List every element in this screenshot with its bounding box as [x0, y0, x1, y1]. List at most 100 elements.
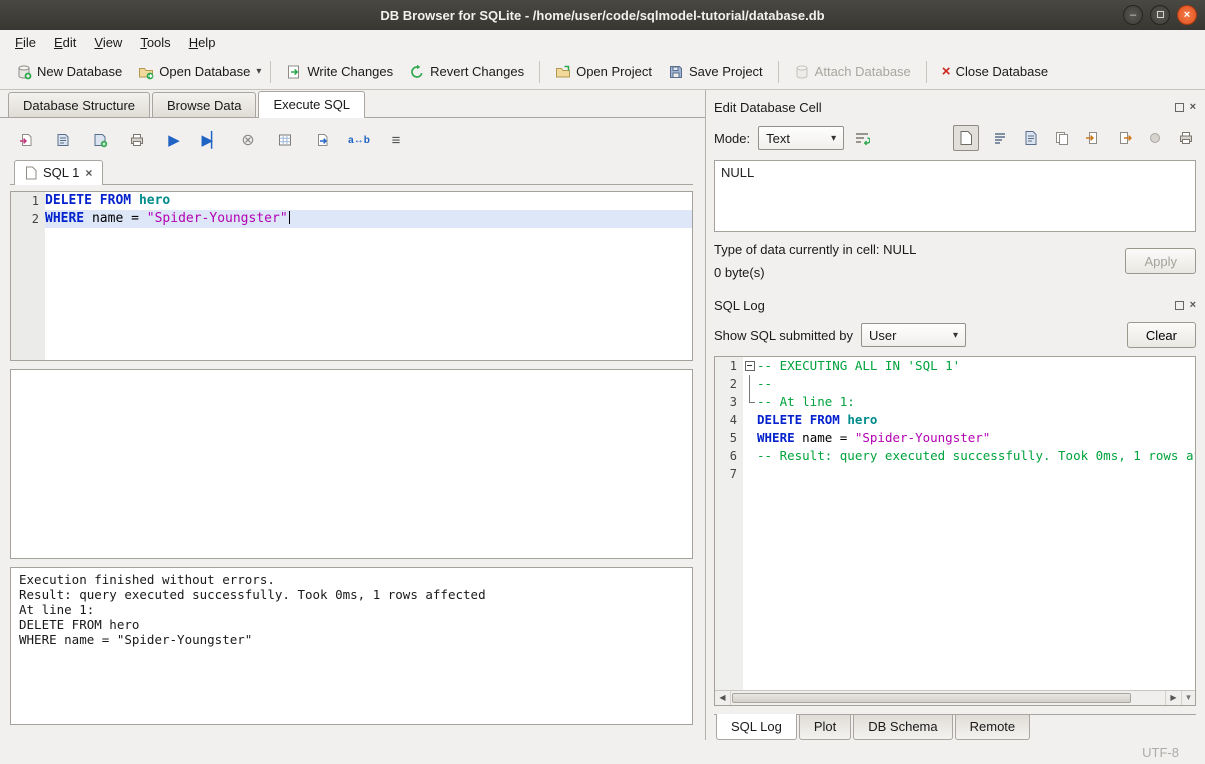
write-changes-icon: [286, 64, 302, 80]
revert-changes-button[interactable]: Revert Changes: [401, 59, 532, 85]
import-cell-data-button[interactable]: [1083, 128, 1103, 148]
scroll-down-icon[interactable]: ▼: [1181, 691, 1195, 705]
new-database-icon: [16, 64, 32, 80]
code-line: 2--: [715, 375, 1195, 393]
toolbar-separator: [926, 61, 927, 83]
set-null-button[interactable]: [1145, 128, 1165, 148]
close-tab-icon[interactable]: ×: [85, 166, 92, 180]
sql-document-tab-bar: SQL 1 ×: [10, 156, 693, 185]
sql-document-tab-label: SQL 1: [43, 165, 79, 180]
submitted-by-select[interactable]: User ▾: [861, 323, 966, 347]
close-database-icon: ×: [942, 65, 951, 79]
close-database-button[interactable]: × Close Database: [934, 59, 1056, 84]
export-cell-data-button[interactable]: [1114, 128, 1134, 148]
sql-document-tab[interactable]: SQL 1 ×: [14, 160, 103, 185]
print-sql-button[interactable]: [127, 130, 147, 150]
scrollbar-track[interactable]: [731, 691, 1165, 705]
dock-tab-sql-log[interactable]: SQL Log: [716, 714, 797, 740]
open-database-button[interactable]: Open Database: [130, 59, 258, 85]
menu-edit[interactable]: Edit: [45, 32, 85, 53]
menu-help[interactable]: Help: [180, 32, 225, 53]
clear-log-button[interactable]: Clear: [1127, 322, 1196, 348]
menu-file[interactable]: File: [6, 32, 45, 53]
mode-label: Mode:: [714, 131, 750, 146]
close-panel-icon[interactable]: ×: [1190, 300, 1196, 310]
close-button[interactable]: ×: [1177, 5, 1197, 25]
new-database-button[interactable]: New Database: [8, 59, 130, 85]
scroll-right-icon[interactable]: ▶: [1165, 691, 1181, 705]
menu-bar: File Edit View Tools Help: [0, 30, 1205, 54]
save-sql-file-as-button[interactable]: [90, 130, 110, 150]
float-panel-icon[interactable]: [1175, 103, 1184, 112]
sql-editor-lines: 1DELETE FROM hero2WHERE name = "Spider-Y…: [11, 192, 692, 228]
execute-sql-button[interactable]: ▶: [164, 130, 184, 150]
open-database-dropdown-icon[interactable]: ▾: [254, 62, 263, 81]
open-project-button[interactable]: Open Project: [547, 59, 660, 85]
cell-editor-icon-group: [953, 125, 1196, 151]
sql-editor[interactable]: 1DELETE FROM hero2WHERE name = "Spider-Y…: [10, 191, 693, 361]
right-pane: Edit Database Cell × Mode: Text ▾: [706, 90, 1205, 740]
tab-browse-data[interactable]: Browse Data: [152, 92, 256, 117]
cell-mode-select[interactable]: Text ▾: [758, 126, 844, 150]
scrollbar-thumb[interactable]: [732, 693, 1131, 703]
open-sql-file-button[interactable]: [16, 130, 36, 150]
export-results-csv-button[interactable]: [275, 130, 295, 150]
horizontal-scrollbar[interactable]: ◀ ▶ ▼: [715, 690, 1195, 705]
minimize-icon: –: [1130, 9, 1136, 21]
sql-log-lines: 1-- EXECUTING ALL IN 'SQL 1'2--3-- At li…: [715, 357, 1195, 690]
print-cell-button[interactable]: [1176, 128, 1196, 148]
sql-document-icon: [25, 166, 37, 180]
dock-tab-plot[interactable]: Plot: [799, 715, 851, 740]
dock-tab-remote[interactable]: Remote: [955, 715, 1031, 740]
results-grid[interactable]: [10, 369, 693, 559]
save-sql-file-button[interactable]: [53, 130, 73, 150]
edit-cell-panel-header: Edit Database Cell ×: [714, 96, 1196, 118]
view-as-text-button[interactable]: [953, 125, 979, 151]
attach-database-icon: [794, 64, 810, 80]
sql-log-view[interactable]: 1-- EXECUTING ALL IN 'SQL 1'2--3-- At li…: [714, 356, 1196, 706]
maximize-button[interactable]: [1150, 5, 1170, 25]
code-line: 6-- Result: query executed successfully.…: [715, 447, 1195, 465]
left-pane: Database Structure Browse Data Execute S…: [0, 90, 706, 740]
tab-database-structure[interactable]: Database Structure: [8, 92, 150, 117]
write-changes-button[interactable]: Write Changes: [278, 59, 401, 85]
copy-icon: [1054, 130, 1070, 146]
execution-output[interactable]: Execution finished without errors. Resul…: [10, 567, 693, 725]
dock-tab-db-schema[interactable]: DB Schema: [853, 715, 952, 740]
scroll-left-icon[interactable]: ◀: [715, 691, 731, 705]
edit-cell-panel-title: Edit Database Cell: [714, 100, 822, 115]
cell-size-info: 0 byte(s): [714, 265, 916, 280]
code-line: 4DELETE FROM hero: [715, 411, 1195, 429]
apply-button[interactable]: Apply: [1125, 248, 1196, 274]
main-area: Database Structure Browse Data Execute S…: [0, 90, 1205, 740]
save-sql-file-as-icon: [92, 132, 108, 148]
save-project-button[interactable]: Save Project: [660, 59, 771, 85]
copy-cell-button[interactable]: [1052, 128, 1072, 148]
fold-marker-icon[interactable]: [743, 357, 757, 375]
export-results-sql-button[interactable]: [312, 130, 332, 150]
code-line: 2WHERE name = "Spider-Youngster": [11, 210, 692, 228]
stop-execution-button[interactable]: ⊗: [238, 130, 258, 150]
execute-current-line-button[interactable]: ▶▏: [201, 130, 221, 150]
auto-switch-mode-button[interactable]: [990, 128, 1010, 148]
close-panel-icon[interactable]: ×: [1190, 102, 1196, 112]
save-project-icon: [668, 64, 684, 80]
cell-value-editor[interactable]: NULL: [714, 160, 1196, 232]
tab-execute-sql[interactable]: Execute SQL: [258, 91, 365, 118]
maximize-icon: [1157, 11, 1164, 18]
format-sql-button[interactable]: ≡: [386, 130, 406, 150]
menu-view[interactable]: View: [85, 32, 131, 53]
float-panel-icon[interactable]: [1175, 301, 1184, 310]
fold-guide: [743, 429, 757, 447]
dock-tab-bar: SQL Log Plot DB Schema Remote: [714, 714, 1196, 740]
minimize-button[interactable]: –: [1123, 5, 1143, 25]
encoding-indicator: UTF-8: [1142, 745, 1179, 760]
open-in-editor-button[interactable]: [1021, 128, 1041, 148]
splitter-handle[interactable]: [10, 361, 693, 369]
menu-tools[interactable]: Tools: [131, 32, 179, 53]
fold-guide: [743, 447, 757, 465]
find-replace-button[interactable]: a↔b: [349, 130, 369, 150]
word-wrap-icon: [854, 130, 870, 146]
splitter-handle[interactable]: [10, 559, 693, 567]
cell-word-wrap-button[interactable]: [852, 128, 872, 148]
